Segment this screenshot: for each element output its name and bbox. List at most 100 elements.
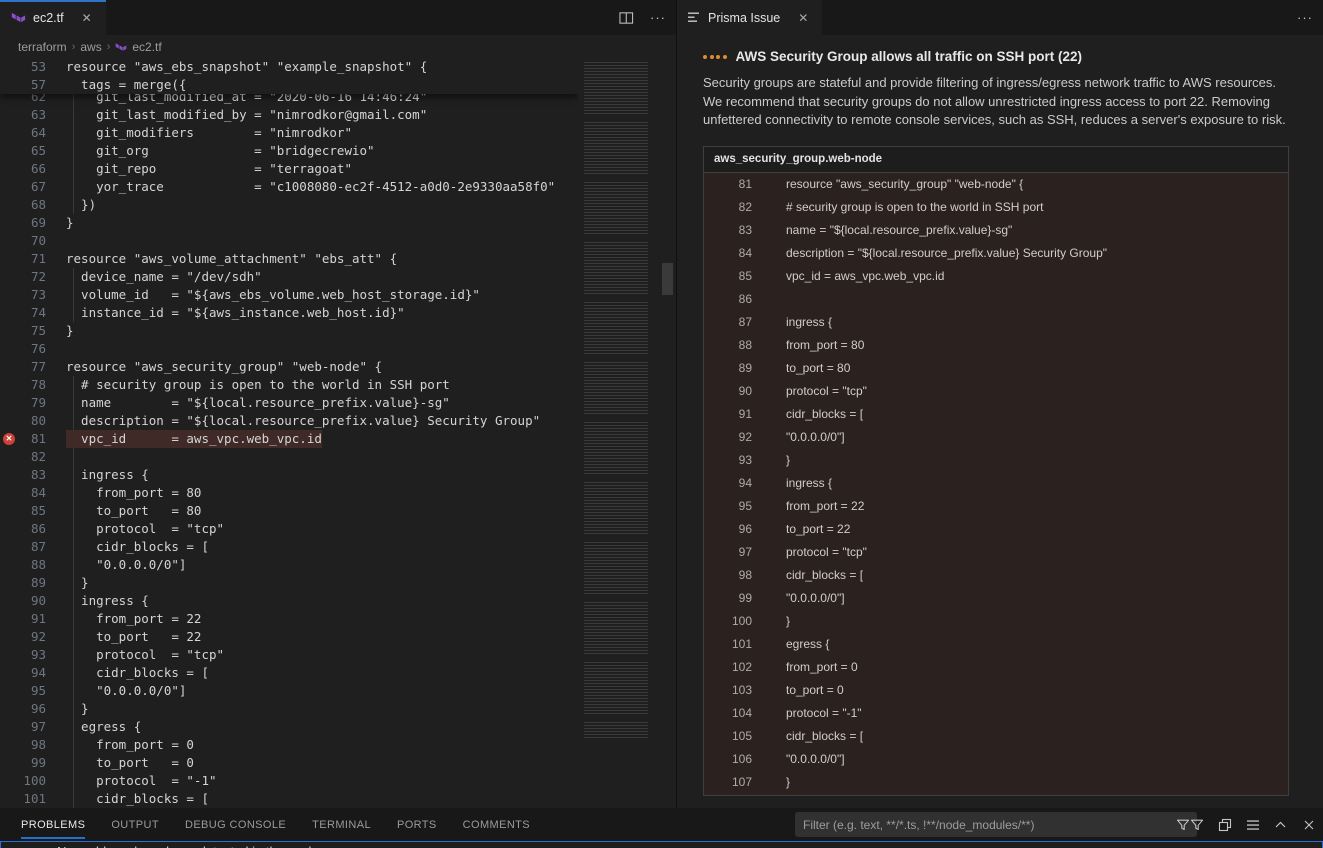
sticky-line[interactable]: 57 tags = merge({ <box>0 76 578 94</box>
code-line[interactable]: 92 to_port = 22 <box>0 628 676 646</box>
code-line[interactable]: 78 # security group is open to the world… <box>0 376 676 394</box>
line-number: 81 <box>704 173 752 196</box>
line-number: 70 <box>0 232 46 250</box>
code-line[interactable]: 87 cidr_blocks = [ <box>0 538 676 556</box>
line-number: 106 <box>704 748 752 771</box>
line-number: 91 <box>704 403 752 426</box>
minimap[interactable] <box>578 58 658 748</box>
code-line[interactable]: 95 "0.0.0.0/0"] <box>0 682 676 700</box>
panel-tab[interactable]: TERMINAL <box>312 819 371 831</box>
breadcrumb-terraform[interactable]: terraform <box>18 40 67 54</box>
split-editor-icon[interactable] <box>619 11 634 25</box>
code-line[interactable]: 74 instance_id = "${aws_instance.web_hos… <box>0 304 676 322</box>
code-block-line: 102 from_port = 0 <box>704 656 1288 679</box>
code-line[interactable]: 89 } <box>0 574 676 592</box>
code-line[interactable]: 96 } <box>0 700 676 718</box>
line-number: 82 <box>0 448 46 466</box>
code-line[interactable]: 99 to_port = 0 <box>0 754 676 772</box>
code-line[interactable]: 91 from_port = 22 <box>0 610 676 628</box>
code-block-line: 96 to_port = 22 <box>704 518 1288 541</box>
scrollbar-thumb[interactable] <box>662 263 673 295</box>
tab-ec2-tf[interactable]: ec2.tf ✕ <box>0 0 106 35</box>
line-number: 100 <box>704 610 752 633</box>
tab-prisma-issue[interactable]: Prisma Issue ✕ <box>677 0 822 35</box>
line-number: 64 <box>0 124 46 142</box>
code-line[interactable]: 79 name = "${local.resource_prefix.value… <box>0 394 676 412</box>
code-line[interactable]: 94 cidr_blocks = [ <box>0 664 676 682</box>
code-line[interactable]: 70 <box>0 232 676 250</box>
code-line[interactable]: 100 protocol = "-1" <box>0 772 676 790</box>
panel-tab[interactable]: COMMENTS <box>463 819 530 831</box>
code-line[interactable]: 82 <box>0 448 676 466</box>
panel-tab[interactable]: PROBLEMS <box>21 819 85 831</box>
more-actions-icon[interactable]: ··· <box>1297 10 1313 25</box>
line-number: 99 <box>704 587 752 610</box>
code-text: protocol = "tcp" <box>66 520 224 538</box>
code-text: }) <box>66 196 96 214</box>
close-icon[interactable]: ✕ <box>795 10 811 26</box>
panel-tab[interactable]: OUTPUT <box>111 819 159 831</box>
code-line[interactable]: 86 protocol = "tcp" <box>0 520 676 538</box>
code-line[interactable]: 65 git_org = "bridgecrewio" <box>0 142 676 160</box>
code-text: device_name = "/dev/sdh" <box>66 268 262 286</box>
breadcrumb-aws[interactable]: aws <box>80 40 101 54</box>
code-line[interactable]: 80 description = "${local.resource_prefi… <box>0 412 676 430</box>
tab-label: ec2.tf <box>33 11 64 25</box>
filter-input[interactable] <box>795 818 1169 832</box>
maximize-panel-chevron-icon[interactable] <box>1270 814 1291 836</box>
code-line[interactable]: 81 vpc_id = aws_vpc.web_vpc.id <box>0 430 676 448</box>
code-text: resource "aws_security_group" "web-node"… <box>786 173 1023 196</box>
code-block-line: 106 "0.0.0.0/0"] <box>704 748 1288 771</box>
code-line[interactable]: 85 to_port = 80 <box>0 502 676 520</box>
line-number: 101 <box>0 790 46 808</box>
code-line[interactable]: 90 ingress { <box>0 592 676 610</box>
code-line[interactable]: 97 egress { <box>0 718 676 736</box>
terraform-icon <box>11 10 26 25</box>
panel-tab[interactable]: DEBUG CONSOLE <box>185 819 286 831</box>
view-as-list-icon[interactable] <box>1242 814 1263 836</box>
close-icon[interactable]: ✕ <box>79 10 95 26</box>
code-line[interactable]: 84 from_port = 80 <box>0 484 676 502</box>
code-line[interactable]: 76 <box>0 340 676 358</box>
code-line[interactable]: 83 ingress { <box>0 466 676 484</box>
code-text: from_port = 22 <box>66 610 201 628</box>
code-text: instance_id = "${aws_instance.web_host.i… <box>66 304 405 322</box>
sticky-line[interactable]: 53 resource "aws_ebs_snapshot" "example_… <box>0 58 578 76</box>
code-line[interactable]: 67 yor_trace = "c1008080-ec2f-4512-a0d0-… <box>0 178 676 196</box>
code-line[interactable]: 63 git_last_modified_by = "nimrodkor@gma… <box>0 106 676 124</box>
code-line[interactable]: 98 from_port = 0 <box>0 736 676 754</box>
code-text: git_repo = "terragoat" <box>66 160 352 178</box>
code-line[interactable]: 71 resource "aws_volume_attachment" "ebs… <box>0 250 676 268</box>
filter-icon[interactable] <box>1186 814 1207 836</box>
code-text: # security group is open to the world in… <box>66 376 450 394</box>
line-number: 90 <box>704 380 752 403</box>
code-block-line: 83 name = "${local.resource_prefix.value… <box>704 219 1288 242</box>
code-line[interactable]: 73 volume_id = "${aws_ebs_volume.web_hos… <box>0 286 676 304</box>
code-line[interactable]: 72 device_name = "/dev/sdh" <box>0 268 676 286</box>
line-number: 75 <box>0 322 46 340</box>
code-text: to_port = 80 <box>66 502 201 520</box>
code-line[interactable]: 101 cidr_blocks = [ <box>0 790 676 808</box>
close-panel-icon[interactable] <box>1298 814 1319 836</box>
breadcrumb-file[interactable]: ec2.tf <box>132 40 161 54</box>
code-text: from_port = 22 <box>786 495 864 518</box>
more-actions-icon[interactable]: ··· <box>650 10 666 25</box>
code-line[interactable]: 68 }) <box>0 196 676 214</box>
code-editor[interactable]: 62 git_last_modified_at = "2020-06-16 14… <box>0 58 676 808</box>
code-block-line: 87 ingress { <box>704 311 1288 334</box>
code-text: cidr_blocks = [ <box>786 403 863 426</box>
left-tab-bar: ec2.tf ✕ ··· <box>0 0 676 35</box>
line-number: 82 <box>704 196 752 219</box>
code-line[interactable]: 64 git_modifiers = "nimrodkor" <box>0 124 676 142</box>
code-line[interactable]: 69 } <box>0 214 676 232</box>
code-line[interactable]: 93 protocol = "tcp" <box>0 646 676 664</box>
code-line[interactable]: 88 "0.0.0.0/0"] <box>0 556 676 574</box>
code-text: resource "aws_volume_attachment" "ebs_at… <box>66 250 397 268</box>
line-number: 87 <box>0 538 46 556</box>
panel-tab[interactable]: PORTS <box>397 819 437 831</box>
collapse-all-icon[interactable] <box>1214 814 1235 836</box>
line-number: 89 <box>0 574 46 592</box>
code-line[interactable]: 66 git_repo = "terragoat" <box>0 160 676 178</box>
code-line[interactable]: 75 } <box>0 322 676 340</box>
code-line[interactable]: 77 resource "aws_security_group" "web-no… <box>0 358 676 376</box>
